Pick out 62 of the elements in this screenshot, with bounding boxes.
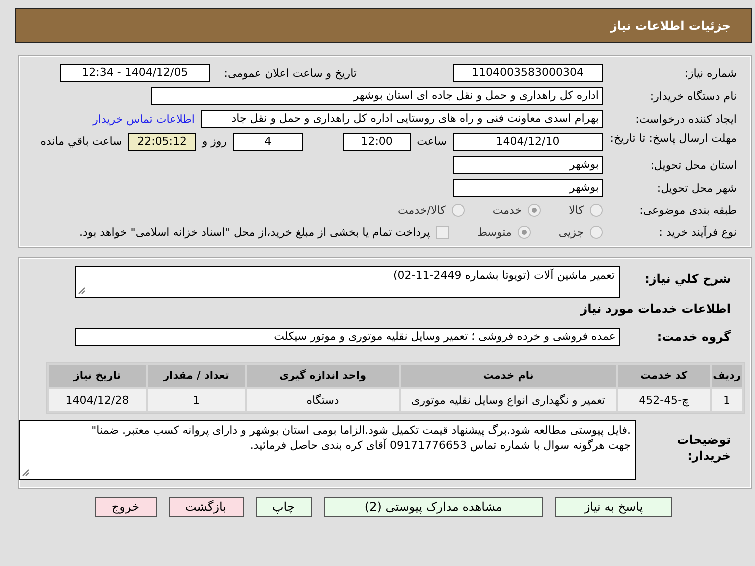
action-button[interactable]: پاسخ به نیاز	[555, 497, 672, 517]
column-header: تعداد / مقدار	[148, 365, 245, 387]
field-label: ایجاد کننده درخواست:	[634, 112, 737, 126]
option-label: خدمت	[492, 204, 522, 217]
radio-button[interactable]	[590, 226, 603, 239]
notes-text: .فایل پیوستی مطالعه شود.برگ پیشنهاد قیمت تکمیل شود.الزاما بومی استان بوشهر و دارای پروانه کسب معتبر. ضمنا" جهت هرگونه سوال با شماره تماس 09171776653 آقای کره بندی حاصل فرمائید.	[90, 423, 631, 453]
description-text: تعمیر ماشین آلات (تویوتا بشماره 2449-11-02)	[393, 269, 615, 282]
column-header: واحد اندازه گیری	[247, 365, 399, 387]
field-label: ساعت	[417, 134, 447, 150]
field-label: مهلت ارسال پاسخ: تا تاریخ:	[609, 132, 737, 146]
exit-button[interactable]: بازگشت	[168, 497, 244, 517]
announce-date-field: 1404/12/05 - 12:34	[60, 64, 210, 82]
field-label: توضیحات خریدار:	[676, 432, 731, 464]
option-label: کالا/خدمت	[398, 204, 446, 217]
buyer-field: اداره کل راهداری و حمل و نقل جاده ای استان بوشهر	[151, 87, 603, 105]
column-header: ردیف	[712, 365, 742, 387]
days-field: 4	[233, 133, 304, 151]
table-cell: 1404/12/28	[49, 389, 146, 411]
page-title: جزئیات اطلاعات نیاز	[610, 18, 731, 32]
radio-button[interactable]	[518, 226, 531, 239]
table-cell: 1	[148, 389, 245, 411]
option-label: کالا	[569, 204, 584, 217]
field-label: تاریخ و ساعت اعلان عمومی:	[224, 66, 357, 80]
city-field: بوشهر	[453, 179, 603, 197]
time-field: 12:00	[343, 133, 412, 151]
field-label: استان محل تحویل:	[650, 158, 737, 172]
column-header: کد خدمت	[618, 365, 710, 387]
province-field: بوشهر	[453, 156, 603, 174]
table-cell: دستگاه	[247, 389, 399, 411]
exit-button[interactable]: خروج	[94, 497, 156, 517]
radio-button[interactable]	[528, 204, 542, 217]
field-label: شهر محل تحویل:	[656, 182, 737, 194]
option-label: متوسط	[477, 226, 512, 239]
field-label: نام دستگاه خریدار:	[649, 90, 737, 102]
table-cell: چ-45-452	[618, 389, 710, 411]
table-cell: تعمیر و نگهداری انواع وسایل نقلیه موتوری	[401, 389, 616, 411]
column-header: نام خدمت	[401, 365, 616, 387]
field-label: شماره نیاز:	[684, 66, 737, 80]
need-number-field: 1104003583000304	[453, 64, 603, 82]
field-label: طبقه بندی موضوعی:	[638, 204, 737, 217]
field-label: ساعت باقي مانده	[40, 134, 122, 150]
action-button[interactable]: مشاهده مدارک پیوستی (2)	[324, 497, 544, 517]
payment-note: پرداخت تمام یا بخشی از مبلغ خرید،از محل "اسناد خزانه اسلامی" خواهد بود.	[80, 226, 430, 239]
contact-link[interactable]: اطلاعات تماس خریدار	[93, 112, 195, 126]
resize-grip-icon[interactable]	[22, 469, 30, 477]
option-label: جزیی	[558, 226, 584, 239]
remaining-time-field: 22:05:12	[128, 133, 196, 151]
field-label: گروه خدمت:	[656, 330, 731, 344]
service-group-field: عمده فروشی و خرده فروشی ؛ تعمیر وسایل نقلیه موتوری و موتور سیکلت	[75, 328, 620, 346]
radio-button[interactable]	[452, 204, 465, 217]
checkbox[interactable]	[436, 226, 450, 239]
action-button[interactable]: چاپ	[256, 497, 312, 517]
table-cell: 1	[712, 389, 742, 411]
field-label: روز و	[202, 134, 228, 150]
radio-button[interactable]	[590, 204, 603, 217]
field-label: نوع فرآیند خرید :	[658, 226, 737, 239]
section-heading: اطلاعات خدمات مورد نیاز	[580, 302, 731, 316]
requester-field: بهرام اسدی معاونت فنی و راه های روستایی اداره کل راهداری و حمل و نقل جاد	[201, 110, 603, 128]
field-label: شرح کلي نیاز:	[644, 272, 731, 286]
column-header: تاریخ نیاز	[49, 365, 146, 387]
date-field: 1404/12/10	[453, 133, 603, 151]
resize-grip-icon[interactable]	[78, 287, 86, 295]
